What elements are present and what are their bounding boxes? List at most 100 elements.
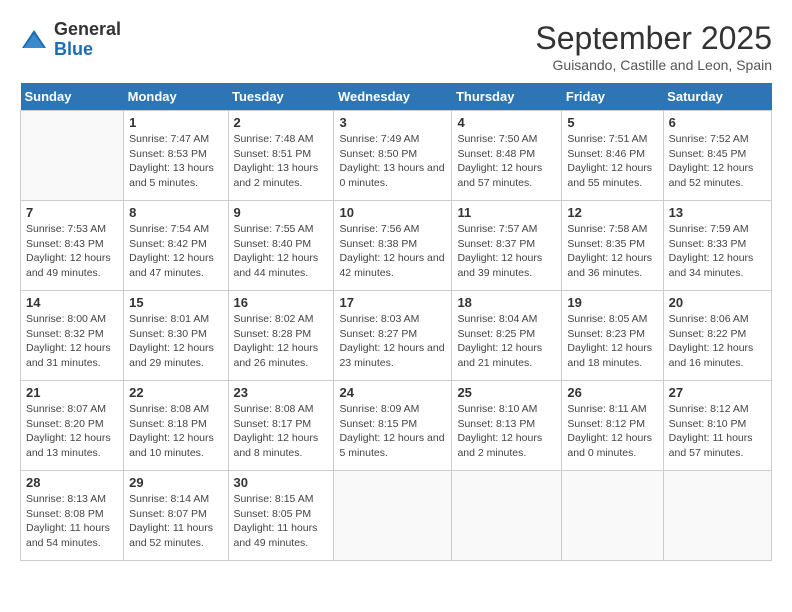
- day-info: Sunrise: 7:56 AMSunset: 8:38 PMDaylight:…: [339, 222, 446, 281]
- day-cell: 4 Sunrise: 7:50 AMSunset: 8:48 PMDaylight…: [452, 111, 562, 201]
- day-info: Sunrise: 7:52 AMSunset: 8:45 PMDaylight:…: [669, 132, 766, 191]
- day-info: Sunrise: 8:06 AMSunset: 8:22 PMDaylight:…: [669, 312, 766, 371]
- day-info: Sunrise: 8:14 AMSunset: 8:07 PMDaylight:…: [129, 492, 222, 551]
- week-row-5: 28Sunrise: 8:13 AMSunset: 8:08 PMDayligh…: [21, 471, 772, 561]
- day-info: Sunrise: 7:48 AMSunset: 8:51 PMDaylight:…: [234, 132, 329, 191]
- day-info: Sunrise: 8:02 AMSunset: 8:28 PMDaylight:…: [234, 312, 329, 371]
- day-cell: 7 Sunrise: 7:53 AMSunset: 8:43 PMDaylight…: [21, 201, 124, 291]
- day-cell: 28Sunrise: 8:13 AMSunset: 8:08 PMDayligh…: [21, 471, 124, 561]
- weekday-header-sunday: Sunday: [21, 83, 124, 111]
- logo-blue: Blue: [54, 39, 93, 59]
- day-info: Sunrise: 7:57 AMSunset: 8:37 PMDaylight:…: [457, 222, 556, 281]
- day-info: Sunrise: 8:07 AMSunset: 8:20 PMDaylight:…: [26, 402, 118, 461]
- day-info: Sunrise: 7:53 AMSunset: 8:43 PMDaylight:…: [26, 222, 118, 281]
- day-cell: [21, 111, 124, 201]
- day-number: 10: [339, 205, 446, 220]
- weekday-header-row: SundayMondayTuesdayWednesdayThursdayFrid…: [21, 83, 772, 111]
- day-cell: 10 Sunrise: 7:56 AMSunset: 8:38 PMDayligh…: [334, 201, 452, 291]
- day-info: Sunrise: 7:50 AMSunset: 8:48 PMDaylight:…: [457, 132, 556, 191]
- day-info: Sunrise: 7:55 AMSunset: 8:40 PMDaylight:…: [234, 222, 329, 281]
- header: General Blue September 2025 Guisando, Ca…: [20, 20, 772, 73]
- calendar-table: SundayMondayTuesdayWednesdayThursdayFrid…: [20, 83, 772, 561]
- logo-icon: [20, 26, 48, 54]
- day-number: 4: [457, 115, 556, 130]
- day-cell: 19 Sunrise: 8:05 AMSunset: 8:23 PMDayligh…: [562, 291, 663, 381]
- day-number: 21: [26, 385, 118, 400]
- day-info: Sunrise: 8:00 AMSunset: 8:32 PMDaylight:…: [26, 312, 118, 371]
- day-cell: 12Sunrise: 7:58 AMSunset: 8:35 PMDayligh…: [562, 201, 663, 291]
- logo: General Blue: [20, 20, 121, 60]
- day-info: Sunrise: 8:15 AMSunset: 8:05 PMDaylight:…: [234, 492, 329, 551]
- day-info: Sunrise: 8:04 AMSunset: 8:25 PMDaylight:…: [457, 312, 556, 371]
- day-cell: 16 Sunrise: 8:02 AMSunset: 8:28 PMDayligh…: [228, 291, 334, 381]
- day-cell: 5 Sunrise: 7:51 AMSunset: 8:46 PMDaylight…: [562, 111, 663, 201]
- day-info: Sunrise: 8:03 AMSunset: 8:27 PMDaylight:…: [339, 312, 446, 371]
- day-number: 20: [669, 295, 766, 310]
- location: Guisando, Castille and Leon, Spain: [535, 57, 772, 73]
- day-info: Sunrise: 8:12 AMSunset: 8:10 PMDaylight:…: [669, 402, 766, 461]
- day-number: 12: [567, 205, 657, 220]
- day-number: 5: [567, 115, 657, 130]
- day-cell: 26 Sunrise: 8:11 AMSunset: 8:12 PMDayligh…: [562, 381, 663, 471]
- day-number: 29: [129, 475, 222, 490]
- month-title: September 2025: [535, 20, 772, 57]
- day-cell: 11Sunrise: 7:57 AMSunset: 8:37 PMDayligh…: [452, 201, 562, 291]
- day-info: Sunrise: 8:08 AMSunset: 8:17 PMDaylight:…: [234, 402, 329, 461]
- day-cell: 15Sunrise: 8:01 AMSunset: 8:30 PMDayligh…: [124, 291, 228, 381]
- day-info: Sunrise: 7:47 AMSunset: 8:53 PMDaylight:…: [129, 132, 222, 191]
- day-number: 22: [129, 385, 222, 400]
- day-number: 23: [234, 385, 329, 400]
- day-number: 24: [339, 385, 446, 400]
- day-cell: 27Sunrise: 8:12 AMSunset: 8:10 PMDayligh…: [663, 381, 771, 471]
- day-cell: 2 Sunrise: 7:48 AMSunset: 8:51 PMDaylight…: [228, 111, 334, 201]
- day-cell: 22 Sunrise: 8:08 AMSunset: 8:18 PMDayligh…: [124, 381, 228, 471]
- day-info: Sunrise: 8:13 AMSunset: 8:08 PMDaylight:…: [26, 492, 118, 551]
- day-info: Sunrise: 7:54 AMSunset: 8:42 PMDaylight:…: [129, 222, 222, 281]
- day-number: 9: [234, 205, 329, 220]
- day-number: 25: [457, 385, 556, 400]
- day-cell: [334, 471, 452, 561]
- day-cell: 17 Sunrise: 8:03 AMSunset: 8:27 PMDayligh…: [334, 291, 452, 381]
- day-info: Sunrise: 8:09 AMSunset: 8:15 PMDaylight:…: [339, 402, 446, 461]
- day-cell: 9 Sunrise: 7:55 AMSunset: 8:40 PMDaylight…: [228, 201, 334, 291]
- day-number: 1: [129, 115, 222, 130]
- weekday-header-saturday: Saturday: [663, 83, 771, 111]
- day-cell: 25 Sunrise: 8:10 AMSunset: 8:13 PMDayligh…: [452, 381, 562, 471]
- day-number: 15: [129, 295, 222, 310]
- day-number: 18: [457, 295, 556, 310]
- day-cell: 6 Sunrise: 7:52 AMSunset: 8:45 PMDaylight…: [663, 111, 771, 201]
- day-cell: 3Sunrise: 7:49 AMSunset: 8:50 PMDaylight…: [334, 111, 452, 201]
- day-info: Sunrise: 7:51 AMSunset: 8:46 PMDaylight:…: [567, 132, 657, 191]
- logo-text: General Blue: [54, 20, 121, 60]
- day-number: 2: [234, 115, 329, 130]
- day-info: Sunrise: 8:08 AMSunset: 8:18 PMDaylight:…: [129, 402, 222, 461]
- day-number: 17: [339, 295, 446, 310]
- day-number: 14: [26, 295, 118, 310]
- day-cell: 13 Sunrise: 7:59 AMSunset: 8:33 PMDayligh…: [663, 201, 771, 291]
- day-cell: [452, 471, 562, 561]
- logo-general: General: [54, 19, 121, 39]
- day-number: 7: [26, 205, 118, 220]
- day-cell: [663, 471, 771, 561]
- title-area: September 2025 Guisando, Castille and Le…: [535, 20, 772, 73]
- day-number: 13: [669, 205, 766, 220]
- week-row-2: 7 Sunrise: 7:53 AMSunset: 8:43 PMDaylight…: [21, 201, 772, 291]
- day-cell: 1 Sunrise: 7:47 AMSunset: 8:53 PMDaylight…: [124, 111, 228, 201]
- day-info: Sunrise: 7:49 AMSunset: 8:50 PMDaylight:…: [339, 132, 446, 191]
- day-number: 6: [669, 115, 766, 130]
- weekday-header-thursday: Thursday: [452, 83, 562, 111]
- day-cell: [562, 471, 663, 561]
- day-info: Sunrise: 8:10 AMSunset: 8:13 PMDaylight:…: [457, 402, 556, 461]
- day-info: Sunrise: 7:59 AMSunset: 8:33 PMDaylight:…: [669, 222, 766, 281]
- day-cell: 24 Sunrise: 8:09 AMSunset: 8:15 PMDayligh…: [334, 381, 452, 471]
- day-number: 19: [567, 295, 657, 310]
- day-cell: 21 Sunrise: 8:07 AMSunset: 8:20 PMDayligh…: [21, 381, 124, 471]
- day-cell: 18 Sunrise: 8:04 AMSunset: 8:25 PMDayligh…: [452, 291, 562, 381]
- weekday-header-tuesday: Tuesday: [228, 83, 334, 111]
- day-info: Sunrise: 8:11 AMSunset: 8:12 PMDaylight:…: [567, 402, 657, 461]
- day-number: 26: [567, 385, 657, 400]
- week-row-1: 1 Sunrise: 7:47 AMSunset: 8:53 PMDaylight…: [21, 111, 772, 201]
- day-number: 30: [234, 475, 329, 490]
- day-info: Sunrise: 8:05 AMSunset: 8:23 PMDaylight:…: [567, 312, 657, 371]
- day-number: 16: [234, 295, 329, 310]
